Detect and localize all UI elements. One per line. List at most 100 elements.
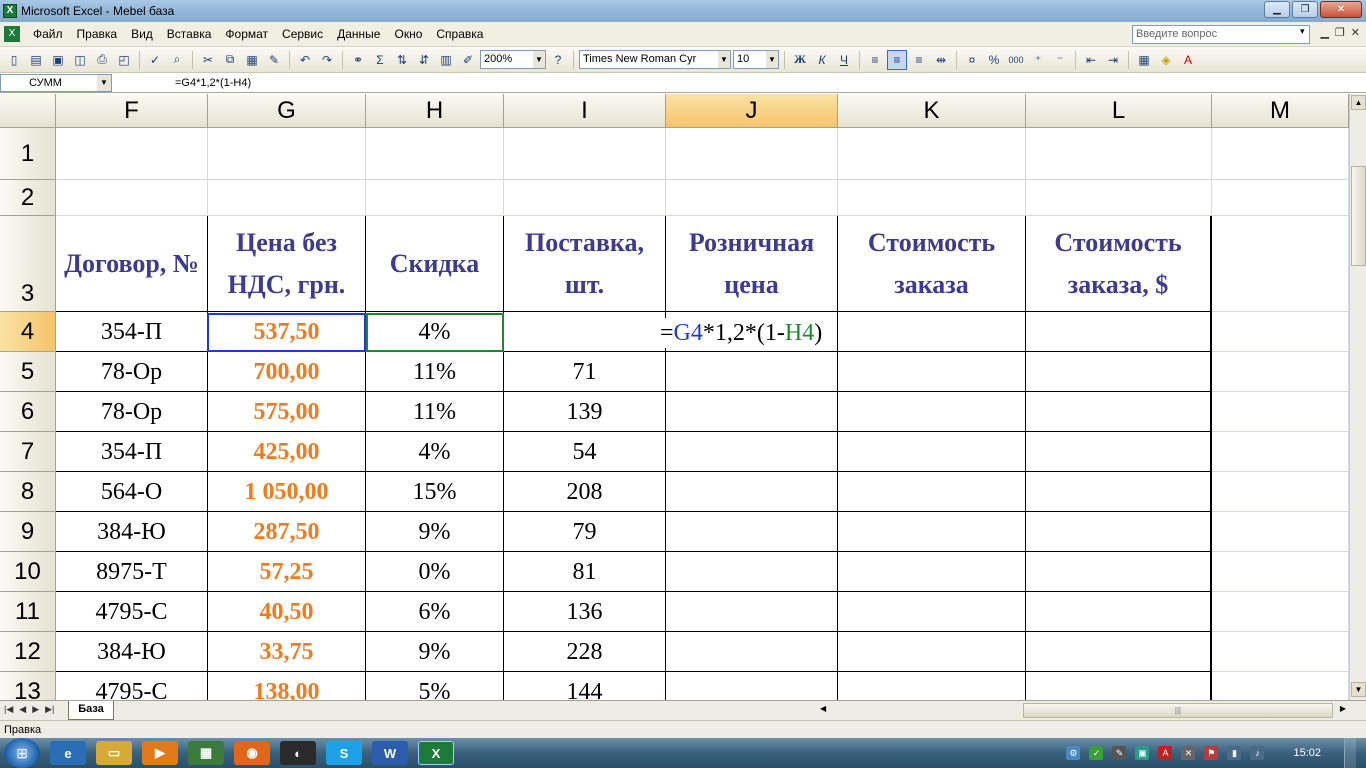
cell-price[interactable]: 57,25 bbox=[208, 552, 366, 592]
last-sheet-icon[interactable]: ▶| bbox=[45, 704, 54, 715]
bold-button[interactable]: Ж bbox=[790, 50, 810, 70]
menu-help[interactable]: Справка bbox=[429, 27, 490, 41]
open-icon[interactable]: ▤ bbox=[26, 50, 46, 70]
row-header-4[interactable]: 4 bbox=[0, 312, 56, 352]
document-icon[interactable]: X bbox=[4, 26, 20, 42]
cell-formula-editor[interactable]: =G4*1,2*(1-H4) bbox=[658, 318, 825, 348]
cell[interactable] bbox=[1212, 592, 1349, 632]
cell-contract[interactable]: 564-О bbox=[56, 472, 208, 512]
cell[interactable] bbox=[666, 128, 838, 180]
help-dropdown-icon[interactable]: ▾ bbox=[1300, 26, 1305, 37]
undo-icon[interactable]: ↶ bbox=[295, 50, 315, 70]
cell[interactable] bbox=[838, 432, 1026, 472]
excel-task-icon[interactable]: X bbox=[418, 741, 454, 765]
cell-contract[interactable]: 354-П bbox=[56, 432, 208, 472]
horizontal-scroll-thumb[interactable]: ||| bbox=[1023, 703, 1333, 718]
zoom-dropdown-icon[interactable]: ▼ bbox=[533, 51, 545, 68]
prev-sheet-icon[interactable]: ◀ bbox=[19, 704, 26, 715]
autosum-icon[interactable]: Σ bbox=[370, 50, 390, 70]
menu-window[interactable]: Окно bbox=[387, 27, 429, 41]
column-header-g[interactable]: G bbox=[208, 94, 366, 128]
cell-price[interactable]: 33,75 bbox=[208, 632, 366, 672]
column-header-k[interactable]: K bbox=[838, 94, 1026, 128]
doc-close-icon[interactable]: ✕ bbox=[1351, 26, 1360, 39]
cell[interactable] bbox=[208, 128, 366, 180]
cell-contract[interactable]: 4795-С bbox=[56, 592, 208, 632]
tray-ati-icon[interactable]: A bbox=[1158, 746, 1173, 760]
decrease-indent-icon[interactable]: ⇤ bbox=[1081, 50, 1101, 70]
chart-wizard-icon[interactable]: ▥ bbox=[436, 50, 456, 70]
cell[interactable] bbox=[1212, 512, 1349, 552]
cell[interactable] bbox=[666, 592, 838, 632]
redo-icon[interactable]: ↷ bbox=[317, 50, 337, 70]
cell[interactable] bbox=[666, 432, 838, 472]
help-search-input[interactable]: Введите вопрос bbox=[1132, 25, 1310, 44]
cell-discount[interactable]: 0% bbox=[366, 552, 504, 592]
word-icon[interactable]: W bbox=[372, 741, 408, 765]
increase-indent-icon[interactable]: ⇥ bbox=[1103, 50, 1123, 70]
cell[interactable] bbox=[666, 512, 838, 552]
skype-icon[interactable]: S bbox=[326, 741, 362, 765]
cell-price[interactable]: 425,00 bbox=[208, 432, 366, 472]
save-icon[interactable]: ▣ bbox=[48, 50, 68, 70]
cell-discount[interactable]: 6% bbox=[366, 592, 504, 632]
cell-supply[interactable] bbox=[504, 312, 666, 352]
minimize-button[interactable]: ▁ bbox=[1264, 1, 1290, 18]
doc-minimize-icon[interactable]: ▁ bbox=[1320, 26, 1328, 39]
research-icon[interactable]: ⌕ bbox=[167, 50, 187, 70]
start-button[interactable]: ⊞ bbox=[4, 738, 40, 768]
tray-devices-icon[interactable]: ✕ bbox=[1181, 746, 1196, 760]
cell[interactable] bbox=[838, 352, 1026, 392]
select-all-corner[interactable] bbox=[0, 94, 56, 128]
align-right-icon[interactable]: ≡ bbox=[909, 50, 929, 70]
cell[interactable] bbox=[1212, 672, 1349, 700]
menu-tools[interactable]: Сервис bbox=[275, 27, 330, 41]
font-color-icon[interactable]: A bbox=[1178, 50, 1198, 70]
column-header-h[interactable]: H bbox=[366, 94, 504, 128]
cell-contract[interactable]: 354-П bbox=[56, 312, 208, 352]
tray-display-icon[interactable]: ▣ bbox=[1135, 746, 1150, 760]
cell-supply[interactable]: 54 bbox=[504, 432, 666, 472]
align-center-icon[interactable]: ≡ bbox=[887, 49, 907, 70]
font-size-select[interactable]: 10 ▼ bbox=[733, 50, 779, 69]
cell[interactable] bbox=[1212, 392, 1349, 432]
print-preview-icon[interactable]: ◰ bbox=[114, 50, 134, 70]
row-header-6[interactable]: 6 bbox=[0, 392, 56, 432]
row-header-2[interactable]: 2 bbox=[0, 180, 56, 216]
cell[interactable] bbox=[1026, 432, 1212, 472]
next-sheet-icon[interactable]: ▶ bbox=[32, 704, 39, 715]
cell[interactable] bbox=[1026, 312, 1212, 352]
cell[interactable] bbox=[1212, 128, 1349, 180]
cell[interactable] bbox=[1212, 432, 1349, 472]
thousands-button[interactable]: 000 bbox=[1006, 50, 1026, 70]
column-header-i[interactable]: I bbox=[504, 94, 666, 128]
column-header-j[interactable]: J bbox=[666, 94, 838, 128]
cell-discount[interactable]: 9% bbox=[366, 632, 504, 672]
cell[interactable] bbox=[666, 392, 838, 432]
column-header-f[interactable]: F bbox=[56, 94, 208, 128]
spelling-icon[interactable]: ✓ bbox=[145, 50, 165, 70]
cell[interactable] bbox=[1026, 552, 1212, 592]
name-box-dropdown-icon[interactable]: ▼ bbox=[97, 75, 111, 91]
cell-discount[interactable]: 4% bbox=[366, 432, 504, 472]
cell[interactable] bbox=[666, 180, 838, 216]
cell[interactable] bbox=[838, 592, 1026, 632]
permission-icon[interactable]: ◫ bbox=[70, 50, 90, 70]
column-header-m[interactable]: M bbox=[1212, 94, 1349, 128]
cell[interactable] bbox=[1026, 592, 1212, 632]
menu-file[interactable]: Файл bbox=[26, 27, 70, 41]
cell-supply[interactable]: 136 bbox=[504, 592, 666, 632]
cell-contract[interactable]: 384-Ю bbox=[56, 512, 208, 552]
menu-format[interactable]: Формат bbox=[218, 27, 275, 41]
cell-discount[interactable]: 9% bbox=[366, 512, 504, 552]
drawing-icon[interactable]: ✐ bbox=[458, 50, 478, 70]
cell[interactable] bbox=[366, 128, 504, 180]
cell-discount[interactable]: 5% bbox=[366, 672, 504, 700]
cell[interactable] bbox=[1212, 216, 1349, 312]
menu-insert[interactable]: Вставка bbox=[160, 27, 219, 41]
cell-supply[interactable]: 144 bbox=[504, 672, 666, 700]
cell[interactable] bbox=[208, 180, 366, 216]
row-header-11[interactable]: 11 bbox=[0, 592, 56, 632]
cell[interactable] bbox=[1026, 352, 1212, 392]
cell-discount[interactable]: 11% bbox=[366, 352, 504, 392]
